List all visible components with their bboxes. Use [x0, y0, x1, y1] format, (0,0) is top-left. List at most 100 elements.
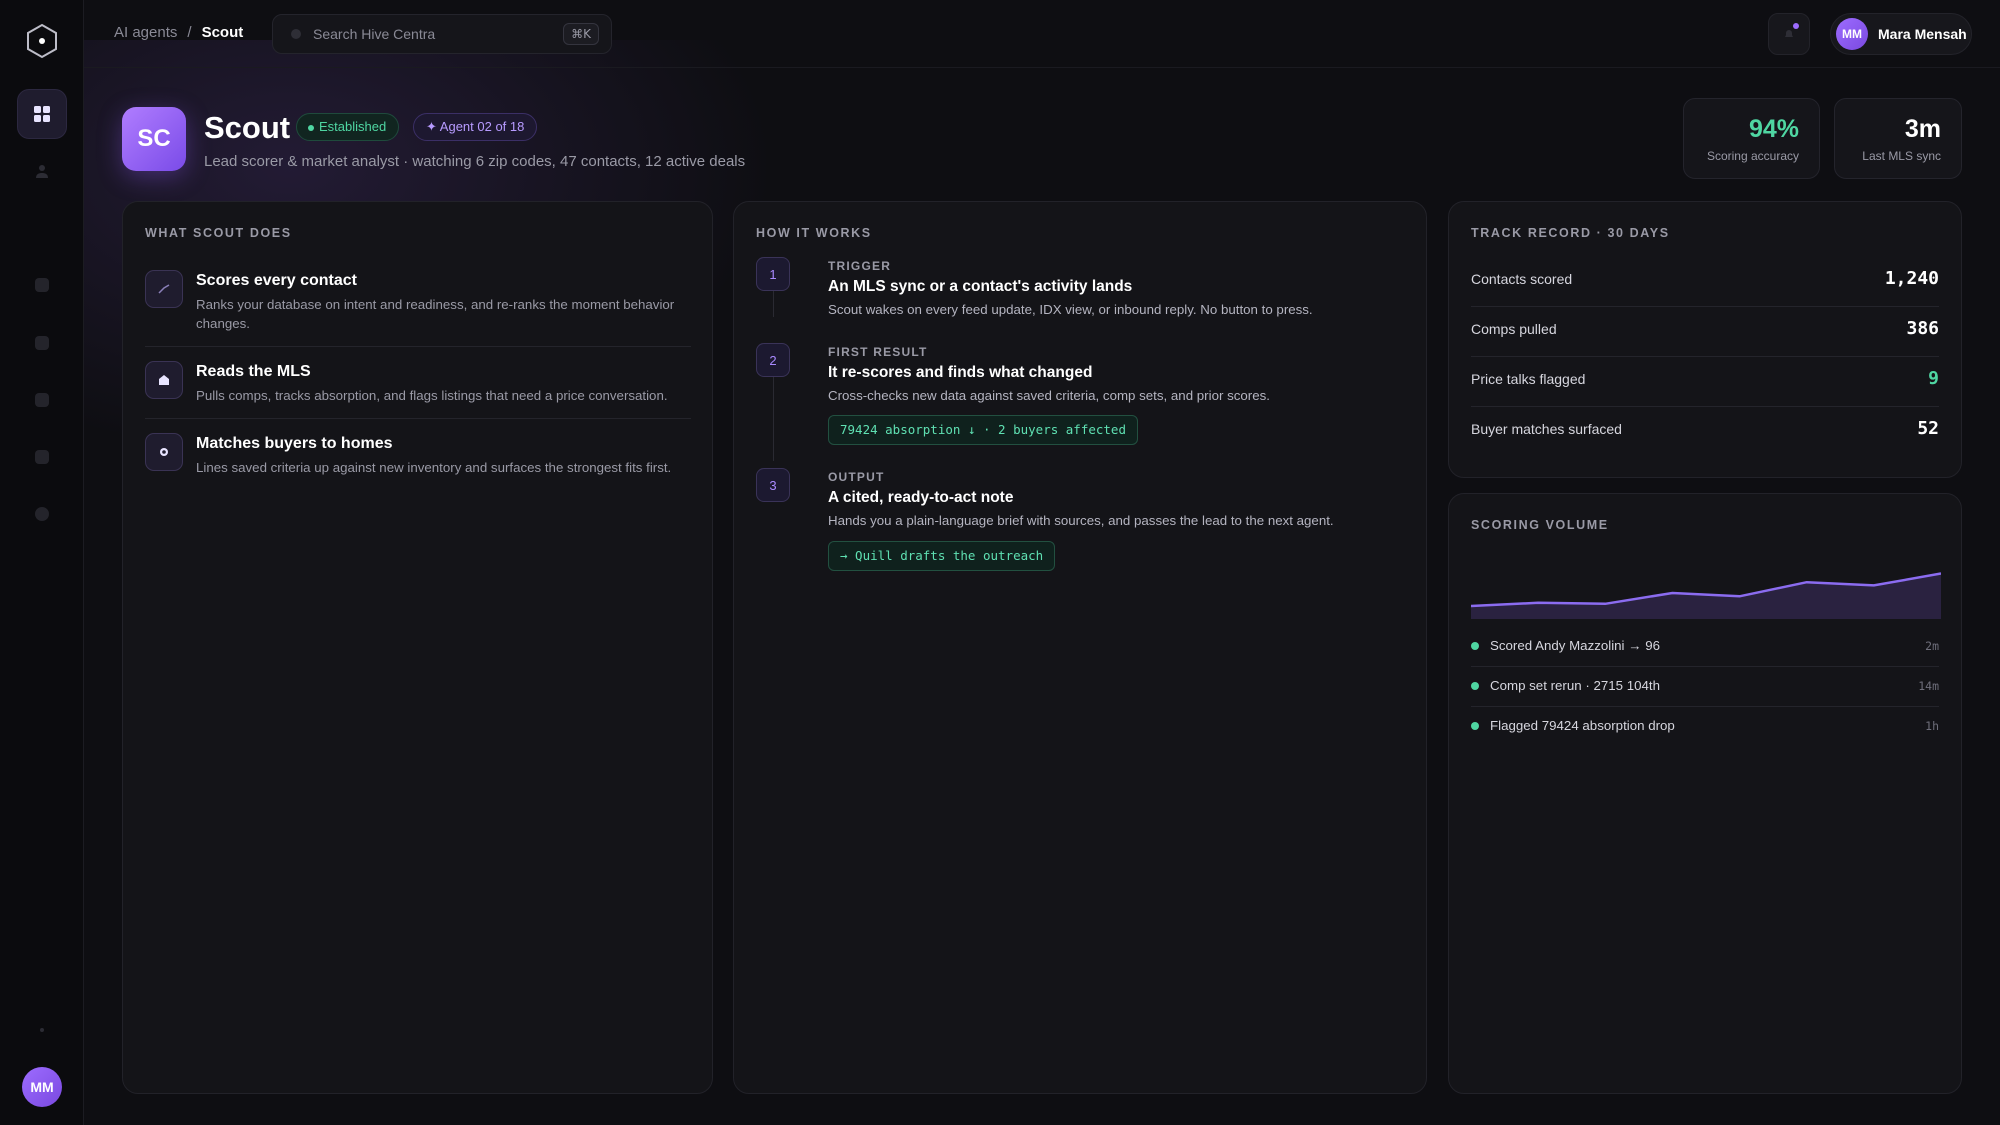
stat-value: 3m — [1904, 115, 1941, 143]
metric-row: Buyer matches surfaced 52 — [1471, 407, 1939, 457]
metric-row: Comps pulled 386 — [1471, 307, 1939, 357]
step-desc: Cross-checks new data against saved crit… — [828, 388, 1270, 403]
user-name: Mara Mensah — [1878, 26, 1967, 42]
user-menu[interactable]: MM Mara Mensah — [1830, 13, 1972, 55]
status-dot — [1471, 642, 1479, 650]
how-it-works-card: HOW IT WORKS 1 TRIGGER An MLS sync or a … — [733, 201, 1427, 1094]
divider — [145, 418, 691, 419]
stat-value: 94% — [1748, 115, 1799, 143]
step-item: 3 OUTPUT A cited, ready-to-act note Hand… — [756, 468, 1386, 578]
feature-item: Matches buyers to homes Lines saved crit… — [145, 433, 691, 475]
avatar[interactable]: MM — [22, 1067, 62, 1107]
breadcrumb: AI agents / Scout — [114, 24, 243, 41]
step-desc: Scout wakes on every feed update, IDX vi… — [828, 302, 1313, 317]
breadcrumb-parent[interactable]: AI agents — [114, 24, 177, 41]
step-item: 2 FIRST RESULT It re-scores and finds wh… — [756, 343, 1386, 453]
volume-area — [1471, 573, 1941, 619]
activity-item[interactable]: Flagged 79424 absorption drop 1h — [1471, 706, 1939, 746]
metric-value: 1,240 — [1884, 268, 1939, 289]
user-avatar: MM — [1836, 18, 1868, 50]
activity-text: Comp set rerun · 2715 104th — [1490, 678, 1661, 693]
activity-item[interactable]: Scored Andy Mazzolini → 96 2m — [1471, 626, 1939, 666]
metric-row: Contacts scored 1,240 — [1471, 257, 1939, 307]
sidebar-item-deals[interactable] — [24, 382, 60, 418]
step-number: 1 — [756, 257, 790, 291]
feature-title: Scores every contact — [196, 272, 357, 289]
sidebar-item-messages[interactable] — [24, 267, 60, 303]
status-dot — [1471, 682, 1479, 690]
metric-row: Price talks flagged 9 — [1471, 357, 1939, 407]
page-title: Scout — [204, 110, 291, 145]
chat-icon — [35, 278, 49, 292]
step-desc: Hands you a plain-language brief with so… — [828, 513, 1334, 528]
home-icon — [145, 361, 183, 399]
grid-icon — [34, 106, 50, 122]
card-title: TRACK RECORD · 30 DAYS — [1471, 226, 1670, 240]
step-title: A cited, ready-to-act note — [828, 489, 1014, 506]
step-label: OUTPUT — [828, 470, 885, 484]
search-box[interactable]: ⌘K — [272, 14, 612, 54]
stat-label: Last MLS sync — [1862, 149, 1941, 163]
status-dot — [1471, 722, 1479, 730]
sidebar-item-agents[interactable] — [17, 89, 67, 139]
card-title: WHAT SCOUT DOES — [145, 226, 292, 240]
metric-label: Price talks flagged — [1471, 371, 1586, 387]
card-title: SCORING VOLUME — [1471, 518, 1609, 532]
activity-time: 2m — [1925, 639, 1939, 653]
feature-desc: Ranks your database on intent and readin… — [196, 297, 675, 331]
stat-label: Scoring accuracy — [1706, 149, 1799, 163]
sidebar-item-settings[interactable] — [24, 1012, 60, 1048]
activity-item[interactable]: Comp set rerun · 2715 104th 14m — [1471, 666, 1939, 706]
feature-title: Reads the MLS — [196, 363, 311, 380]
agent-order-badge: ✦ Agent 02 of 18 — [413, 113, 538, 141]
activity-text: Flagged 79424 absorption drop — [1490, 718, 1675, 733]
metric-value: 386 — [1906, 318, 1939, 339]
trend-icon — [145, 270, 183, 308]
feature-title: Matches buyers to homes — [196, 435, 393, 452]
agent-subtitle: Lead scorer & market analyst · watching … — [204, 153, 746, 170]
search-icon — [291, 29, 301, 39]
notifications-button[interactable] — [1768, 13, 1810, 55]
breadcrumb-separator: / — [187, 24, 192, 41]
shortcut-hint: ⌘K — [563, 23, 599, 45]
step-title: It re-scores and finds what changed — [828, 364, 1093, 381]
status-badge: Established — [296, 113, 400, 141]
card-title: HOW IT WORKS — [756, 226, 872, 240]
step-number: 2 — [756, 343, 790, 377]
activity-text: Scored Andy Mazzolini → 96 — [1490, 638, 1660, 653]
sidebar-item-listings[interactable] — [24, 325, 60, 361]
metric-label: Comps pulled — [1471, 321, 1557, 337]
notification-dot — [1793, 23, 1799, 29]
sidebar: MM — [0, 0, 84, 1125]
topbar: AI agents / Scout ⌘K MM Mara Mensah — [84, 0, 2000, 68]
sidebar-item-calendar[interactable] — [24, 439, 60, 475]
step-number: 3 — [756, 468, 790, 502]
metric-label: Contacts scored — [1471, 271, 1573, 287]
chart-icon — [35, 507, 49, 521]
metric-value: 9 — [1928, 368, 1939, 389]
activity-time: 14m — [1918, 679, 1939, 693]
step-title: An MLS sync or a contact's activity land… — [828, 278, 1133, 295]
feature-item: Scores every contact Ranks your database… — [145, 270, 691, 331]
gear-icon — [40, 1028, 44, 1032]
what-it-does-card: WHAT SCOUT DOES Scores every contact Ran… — [122, 201, 713, 1094]
hive-logo-icon[interactable] — [26, 23, 58, 59]
target-icon — [145, 433, 183, 471]
calendar-icon — [35, 450, 49, 464]
user-icon — [36, 165, 48, 178]
metric-label: Buyer matches surfaced — [1471, 421, 1622, 437]
handoff-chip[interactable]: → Quill drafts the outreach — [828, 541, 1056, 571]
feature-item: Reads the MLS Pulls comps, tracks absorp… — [145, 361, 691, 403]
step-label: TRIGGER — [828, 259, 892, 273]
star-icon — [35, 393, 49, 407]
divider — [145, 346, 691, 347]
sidebar-item-reports[interactable] — [24, 496, 60, 532]
bell-icon — [1785, 30, 1793, 37]
home-icon — [35, 336, 49, 350]
feature-desc: Lines saved criteria up against new inve… — [196, 460, 672, 475]
search-input[interactable] — [313, 26, 552, 42]
stat-card-accuracy: 94% Scoring accuracy — [1683, 98, 1820, 179]
breadcrumb-current: Scout — [201, 24, 244, 41]
sidebar-item-contacts[interactable] — [24, 153, 60, 189]
activity-time: 1h — [1925, 719, 1939, 733]
